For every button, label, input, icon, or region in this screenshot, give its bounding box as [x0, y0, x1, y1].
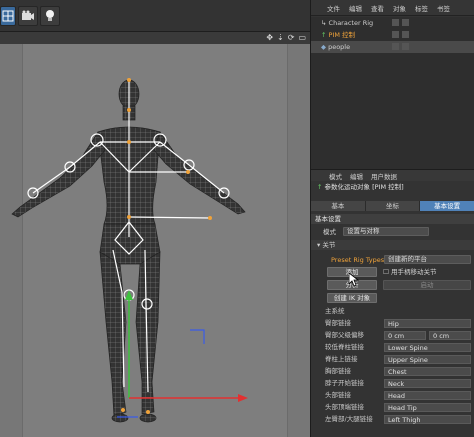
object-item-pim[interactable]: ↑ PIM 控制 — [311, 29, 474, 41]
chest-field[interactable]: Chest — [384, 367, 471, 376]
left-foot-joint[interactable] — [121, 408, 125, 412]
menu-edit[interactable]: 编辑 — [349, 3, 362, 13]
preset-label: Preset Rig Types — [331, 256, 385, 264]
polygon-object-icon: ◆ — [321, 43, 326, 51]
field-row: 臀部链接 Hip — [311, 318, 474, 328]
camera-icon[interactable] — [18, 6, 38, 26]
neck-joint[interactable] — [127, 108, 131, 112]
menu-file[interactable]: 文件 — [327, 3, 340, 13]
mode-label: 模式 — [323, 228, 336, 236]
3d-viewport[interactable]: ✥ ⇣ ⟳ ▭ — [0, 32, 310, 437]
top-toolbar — [0, 0, 310, 32]
spine-handle-joint[interactable] — [186, 170, 190, 174]
object-item-character-rig[interactable]: ↳ Character Rig — [311, 17, 474, 29]
field-row: 脖子开始链接 Neck — [311, 378, 474, 388]
menu-mode[interactable]: 模式 — [329, 171, 342, 181]
mouse-cursor-icon — [349, 273, 359, 287]
head-tip-field[interactable]: Head Tip — [384, 403, 471, 412]
field-row: 头部顶端链接 Head Tip — [311, 402, 474, 412]
right-foot-joint[interactable] — [146, 410, 150, 414]
left-thigh-field[interactable]: Left Thigh — [384, 415, 471, 424]
character-rig-scene[interactable] — [0, 32, 310, 437]
menu-attr-edit[interactable]: 编辑 — [350, 171, 363, 181]
mode-row: 模式 设置与对称 — [311, 227, 474, 237]
objects-menubar: 文件 编辑 查看 对象 标签 书签 — [311, 0, 474, 16]
field-row: 脊柱上链接 Upper Spine — [311, 354, 474, 364]
hip-handle-joint[interactable] — [208, 216, 212, 220]
upper-spine-field[interactable]: Upper Spine — [384, 355, 471, 364]
attribute-manager: 模式 编辑 用户数据 ↑ 参数化运动对象 [PIM 控制] 基本 坐标 基本设置… — [311, 169, 474, 437]
menu-tags[interactable]: 标签 — [415, 3, 428, 13]
pim-icon: ↑ — [317, 183, 325, 191]
attribute-tabs: 基本 坐标 基本设置 — [311, 201, 474, 211]
menu-user-data[interactable]: 用户数据 — [371, 171, 397, 181]
menu-bookmarks[interactable]: 书签 — [437, 3, 450, 13]
menu-object[interactable]: 对象 — [393, 3, 406, 13]
object-item-people[interactable]: ◆ people — [311, 41, 474, 53]
mode-dropdown[interactable]: 设置与对称 — [343, 227, 429, 236]
tab-coords[interactable]: 坐标 — [365, 201, 421, 211]
tab-basic-settings[interactable]: 基本设置 — [420, 201, 474, 211]
field-row: 头部链接 Head — [311, 390, 474, 400]
preset-row: Preset Rig Types 创建新的平台 — [311, 255, 474, 265]
preset-dropdown[interactable]: 创建新的平台 — [384, 255, 471, 264]
character-icon: ↳ — [321, 19, 327, 27]
hip-joint[interactable] — [127, 215, 131, 219]
hip-offset-x-field[interactable]: 0 cm — [384, 331, 426, 340]
field-row: 胸部链接 Chest — [311, 366, 474, 376]
hip-link-field[interactable]: Hip — [384, 319, 471, 328]
hip-offset-y-field[interactable]: 0 cm — [429, 331, 471, 340]
attribute-title: ↑ 参数化运动对象 [PIM 控制] — [317, 183, 404, 191]
section-title: 基本设置 — [311, 214, 474, 224]
grid-view-icon[interactable] — [0, 6, 16, 26]
field-row: 较低脊柱链接 Lower Spine — [311, 342, 474, 352]
field-row: 主系统 — [325, 307, 345, 315]
light-bulb-icon[interactable] — [40, 6, 60, 26]
lower-spine-field[interactable]: Lower Spine — [384, 343, 471, 352]
start-button[interactable]: 启动 — [383, 280, 471, 290]
right-panel: 文件 编辑 查看 对象 标签 书签 ↳ Character Rig ↑ PIM … — [310, 0, 474, 437]
field-row: 左臀部/大腿链接 Left Thigh — [311, 414, 474, 424]
menu-view[interactable]: 查看 — [371, 3, 384, 13]
checkbox-label: 用手柄移动关节 — [391, 268, 437, 276]
object-manager: ↳ Character Rig ↑ PIM 控制 ◆ people — [311, 17, 474, 169]
create-ik-button[interactable]: 创建 IK 对象 — [327, 293, 377, 303]
move-joints-checkbox[interactable]: ☐ — [383, 267, 389, 277]
pim-icon: ↑ — [321, 31, 327, 39]
tab-basic[interactable]: 基本 — [311, 201, 366, 211]
joints-subsection[interactable]: ▾ 关节 — [311, 240, 474, 250]
neck-field[interactable]: Neck — [384, 379, 471, 388]
field-row: 臀部父级偏移 0 cm 0 cm — [311, 330, 474, 340]
head-tip-joint[interactable] — [127, 78, 131, 82]
head-field[interactable]: Head — [384, 391, 471, 400]
chest-joint[interactable] — [127, 140, 131, 144]
attribute-menubar: 模式 编辑 用户数据 — [311, 170, 474, 181]
